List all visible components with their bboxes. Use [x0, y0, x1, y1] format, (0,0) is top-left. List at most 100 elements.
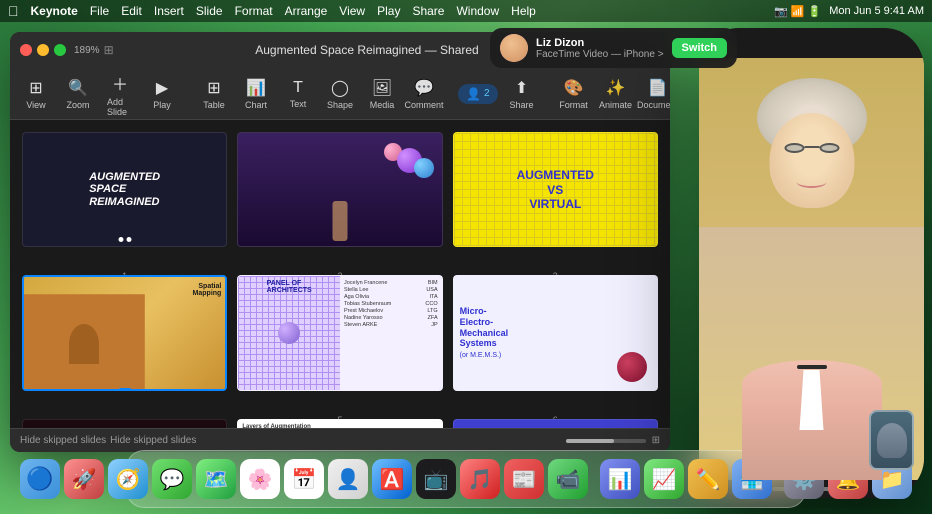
toolbar-view[interactable]: ⊞ View — [18, 74, 54, 114]
keynote-bottom-bar: Hide skipped slides Hide skipped slides … — [10, 428, 670, 452]
toolbar-chart[interactable]: 📊 Chart — [238, 74, 274, 114]
menu-slide[interactable]: Slide — [196, 4, 223, 18]
dock-launchpad[interactable]: 🚀 — [64, 459, 104, 499]
dock-contacts[interactable]: 👤 — [328, 459, 368, 499]
menu-view[interactable]: View — [339, 4, 365, 18]
collaboration-count: 2 — [484, 88, 490, 99]
appletv-icon: 📺 — [424, 467, 449, 492]
menu-file[interactable]: File — [90, 4, 109, 18]
dock-appstore[interactable]: 🅰️ — [372, 459, 412, 499]
menu-insert[interactable]: Insert — [154, 4, 184, 18]
toolbar-document-label: Document — [637, 100, 670, 110]
slide-thumb-9[interactable]: PHYSICAL AUGMENTED VIRTUAL — [453, 419, 658, 428]
dock-facetime[interactable]: 📹 — [548, 459, 588, 499]
apple-menu[interactable]:  — [8, 3, 19, 19]
slide-thumb-2[interactable] — [237, 132, 442, 247]
keynote-toolbar: ⊞ View 🔍 Zoom ＋ Add Slide ▶ Play ⊞ Table… — [10, 68, 670, 120]
play-icon: ▶ — [156, 78, 168, 98]
menu-help[interactable]: Help — [511, 4, 536, 18]
zoom-icon[interactable]: ⊞ — [104, 43, 114, 57]
toolbar-zoom-label: Zoom — [66, 100, 89, 110]
dock-keynote[interactable]: 📊 — [600, 459, 640, 499]
toolbar-text[interactable]: T Text — [280, 75, 316, 113]
toolbar-media[interactable]: 🖼 Media — [364, 74, 400, 114]
dock-appletv[interactable]: 📺 — [416, 459, 456, 499]
dock-music[interactable]: 🎵 — [460, 459, 500, 499]
slide-8-title: Layers of Augmentation — [242, 424, 437, 428]
self-view — [869, 410, 914, 470]
zoom-slider-fill — [566, 439, 614, 443]
toolbar-table[interactable]: ⊞ Table — [196, 74, 232, 114]
grid-view-icon[interactable]: ⊞ — [652, 435, 660, 446]
glasses-bridge — [804, 146, 819, 148]
dock-finder[interactable]: 🔵 — [20, 459, 60, 499]
toolbar-animate[interactable]: ✨ Animate — [598, 74, 634, 114]
hide-skipped-label[interactable]: Hide skipped slides — [20, 435, 106, 446]
slide-thumb-1[interactable]: AUGMENTEDSPACEREIMAGINED — [22, 132, 227, 247]
traffic-lights — [20, 44, 66, 56]
toolbar-collaboration[interactable]: 👤 2 — [458, 84, 498, 104]
maximize-button[interactable] — [54, 44, 66, 56]
caller-info: Liz Dizon FaceTime Video — iPhone > — [536, 37, 664, 60]
news-icon: 📰 — [512, 467, 537, 492]
dock-calendar[interactable]: 📅 — [284, 459, 324, 499]
slide-5-row-5: Prest MichaelovLTG — [344, 308, 438, 314]
comment-icon: 💬 — [414, 78, 434, 98]
slide-wrapper-9: PHYSICAL AUGMENTED VIRTUAL 9 — [453, 419, 658, 428]
dock-safari[interactable]: 🧭 — [108, 459, 148, 499]
eye-left — [784, 143, 804, 153]
slide-5-row-4: Tobias StubenraumCCO — [344, 301, 438, 307]
slide-4-arch-container — [24, 294, 145, 389]
menu-keynote[interactable]: Keynote — [31, 4, 78, 18]
zoom-toolbar-icon: 🔍 — [68, 78, 88, 98]
music-icon: 🎵 — [468, 467, 493, 492]
toolbar-comment-label: Comment — [405, 100, 444, 110]
menu-arrange[interactable]: Arrange — [285, 4, 328, 18]
menu-format[interactable]: Format — [235, 4, 273, 18]
toolbar-shape-label: Shape — [327, 100, 353, 110]
toolbar-document[interactable]: 📄 Document — [640, 74, 670, 114]
slide-thumb-4[interactable]: SpatialMapping 4 — [22, 275, 227, 390]
zoom-slider[interactable] — [566, 439, 646, 443]
hide-skipped-text: Hide skipped slides — [110, 435, 196, 446]
dock: 🔵 🚀 🧭 💬 🗺️ 🌸 📅 👤 🅰️ 📺 🎵 📰 📹 — [126, 450, 806, 508]
dock-pages[interactable]: ✏️ — [688, 459, 728, 499]
slide-wrapper-8: Layers of Augmentation 8 — [237, 419, 442, 428]
slides-grid: AUGMENTEDSPACEREIMAGINED 1 2 — [10, 120, 670, 428]
toolbar-play[interactable]: ▶ Play — [144, 74, 180, 114]
facetime-switch-button[interactable]: Switch — [672, 38, 727, 58]
slide-thumb-3[interactable]: AugmentedVSVirtual — [453, 132, 658, 247]
close-button[interactable] — [20, 44, 32, 56]
facetime-icon: 📹 — [556, 467, 581, 492]
slide-thumb-7[interactable]: AUGO — [22, 419, 227, 428]
slide-thumb-8[interactable]: Layers of Augmentation — [237, 419, 442, 428]
slide-5-row-2: Stella LeeUSA — [344, 287, 438, 293]
menubar:  Keynote File Edit Insert Slide Format … — [0, 0, 932, 22]
dock-messages[interactable]: 💬 — [152, 459, 192, 499]
menu-edit[interactable]: Edit — [121, 4, 142, 18]
slide-wrapper-3: AugmentedVSVirtual 3 — [453, 132, 658, 265]
maps-icon: 🗺️ — [204, 467, 229, 492]
view-icon: ⊞ — [29, 78, 42, 98]
toolbar-shape[interactable]: ◯ Shape — [322, 74, 358, 114]
menu-share[interactable]: Share — [412, 4, 444, 18]
iphone-screen — [699, 58, 924, 480]
toolbar-format[interactable]: 🎨 Format — [556, 74, 592, 114]
text-icon: T — [293, 79, 303, 97]
dock-numbers[interactable]: 📈 — [644, 459, 684, 499]
minimize-button[interactable] — [37, 44, 49, 56]
slide-thumb-5[interactable]: PANEL OFARCHITECTS Jocelyn FranceneBIM S… — [237, 275, 442, 390]
dock-photos[interactable]: 🌸 — [240, 459, 280, 499]
toolbar-comment[interactable]: 💬 Comment — [406, 74, 442, 114]
toolbar-add-slide[interactable]: ＋ Add Slide — [102, 67, 138, 121]
menu-window[interactable]: Window — [456, 4, 499, 18]
slide-thumb-6[interactable]: Micro-Electro-MechanicalSystems(or M.E.M… — [453, 275, 658, 390]
toolbar-share[interactable]: ⬆ Share — [504, 74, 540, 114]
caller-name: Liz Dizon — [536, 37, 664, 49]
toolbar-zoom[interactable]: 🔍 Zoom — [60, 74, 96, 114]
menu-play[interactable]: Play — [377, 4, 400, 18]
dock-news[interactable]: 📰 — [504, 459, 544, 499]
dock-maps[interactable]: 🗺️ — [196, 459, 236, 499]
slide-5-row-6: Nadine YarossoZFA — [344, 315, 438, 321]
slide-5-row-7: Steven ARKEJP — [344, 322, 438, 328]
